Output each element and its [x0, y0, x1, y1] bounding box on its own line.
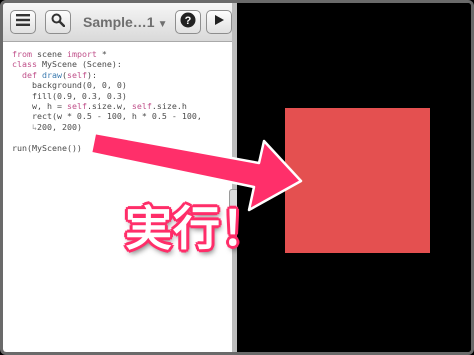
run-caption: 実行！ [125, 202, 269, 257]
arrow-icon [89, 131, 303, 212]
app-frame: Sample…1 ▼ ? from scene import * class M… [0, 0, 474, 355]
